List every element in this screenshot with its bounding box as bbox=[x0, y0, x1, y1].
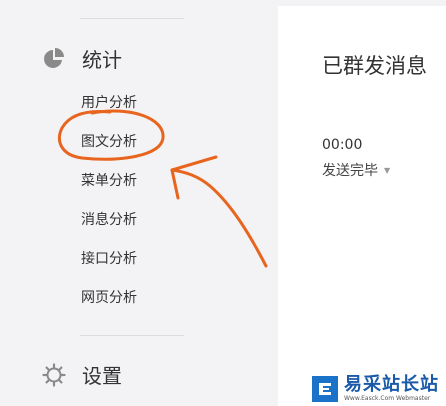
page-title: 已群发消息 bbox=[322, 54, 427, 78]
watermark: 易采站长站 Www.Easck.Com Webmaster bbox=[308, 371, 446, 406]
watermark-url: Www.Easck.Com Webmaster bbox=[344, 394, 431, 402]
message-status-dropdown[interactable]: 发送完毕 ▼ bbox=[322, 160, 390, 180]
message-time: 00:00 bbox=[322, 137, 363, 153]
divider-bottom bbox=[80, 335, 184, 336]
section-settings[interactable]: 设置 bbox=[42, 360, 122, 389]
main-panel: 已群发消息 00:00 发送完毕 ▼ bbox=[278, 6, 446, 406]
section-settings-label: 设置 bbox=[82, 364, 122, 388]
divider-top bbox=[80, 18, 184, 19]
watermark-title: 易采站长站 bbox=[344, 373, 439, 395]
menu-item-api-analysis[interactable]: 接口分析 bbox=[81, 250, 137, 268]
menu-item-message-analysis[interactable]: 消息分析 bbox=[81, 211, 137, 229]
watermark-logo-icon bbox=[312, 375, 338, 402]
menu-item-menu-analysis[interactable]: 菜单分析 bbox=[81, 172, 137, 190]
section-stats-label: 统计 bbox=[82, 48, 122, 72]
caret-down-icon: ▼ bbox=[384, 165, 391, 175]
menu-item-user-analysis[interactable]: 用户分析 bbox=[81, 94, 137, 112]
pie-chart-icon bbox=[42, 47, 66, 71]
menu-item-article-analysis[interactable]: 图文分析 bbox=[81, 133, 137, 151]
gear-icon bbox=[42, 362, 66, 387]
sidebar: 统计 用户分析 图文分析 菜单分析 消息分析 接口分析 网页分析 设置 bbox=[0, 0, 276, 406]
message-status-label: 发送完毕 bbox=[322, 163, 378, 179]
menu-item-webpage-analysis[interactable]: 网页分析 bbox=[81, 289, 137, 307]
section-stats[interactable]: 统计 bbox=[42, 44, 122, 73]
